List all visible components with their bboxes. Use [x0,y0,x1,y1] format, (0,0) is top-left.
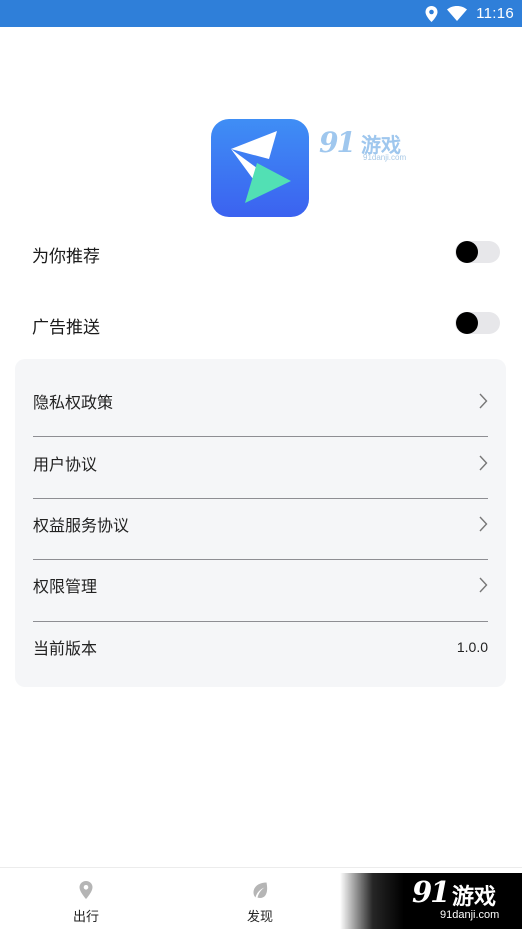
chevron-right-icon [479,455,488,470]
toggle-row-ads: 广告推送 [0,305,522,345]
settings-item-label: 权限管理 [33,576,98,596]
toggle-label: 广告推送 [32,318,100,338]
watermark-logo: 91 游戏 91danji.com [317,126,417,166]
watermark-corner: 91 游戏 91danji.com [340,873,522,929]
settings-item-label: 用户协议 [33,454,98,474]
nav-label: 出行 [72,910,99,925]
settings-item-permissions[interactable]: 权限管理 [33,554,488,615]
settings-card: 隐私权政策 用户协议 权益服务协议 权限管理 当前版本 1.0.0 [15,359,506,687]
switch-knob [456,312,478,334]
toggle-row-recommend: 为你推荐 [0,234,522,274]
status-icons: 11:16 [425,0,514,27]
settings-item-version: 当前版本 1.0.0 [33,616,488,677]
settings-item-rights-agreement[interactable]: 权益服务协议 [33,493,488,554]
settings-item-label: 权益服务协议 [33,515,130,535]
watermark-url: 91danji.com [440,909,500,921]
switch-knob [456,241,478,263]
version-value: 1.0.0 [456,638,488,655]
nav-item-discover[interactable]: 发现 [215,868,305,929]
location-icon [425,5,438,22]
leaf-icon [253,882,268,898]
nav-label: 发现 [246,910,273,925]
settings-item-label: 隐私权政策 [33,392,114,412]
settings-item-user-agreement[interactable]: 用户协议 [33,432,488,493]
status-time: 11:16 [476,5,514,22]
version-label: 当前版本 [33,638,98,658]
watermark-number: 91 [412,875,450,909]
toggle-label: 为你推荐 [32,247,100,267]
chevron-right-icon [479,577,488,592]
watermark-number: 91 [319,126,356,159]
status-bar: 11:16 [0,0,522,27]
app-logo [211,119,309,217]
chevron-right-icon [479,393,488,408]
watermark-text: 游戏 [452,885,497,910]
nav-item-travel[interactable]: 出行 [41,868,131,929]
wifi-icon [447,6,468,21]
settings-item-privacy-policy[interactable]: 隐私权政策 [33,370,488,431]
ads-switch[interactable] [455,312,500,334]
location-pin-icon [79,881,93,899]
watermark-url: 91danji.com [363,153,407,162]
recommend-switch[interactable] [455,241,500,263]
chevron-right-icon [479,516,488,531]
lightning-play-logo-icon [231,131,291,203]
